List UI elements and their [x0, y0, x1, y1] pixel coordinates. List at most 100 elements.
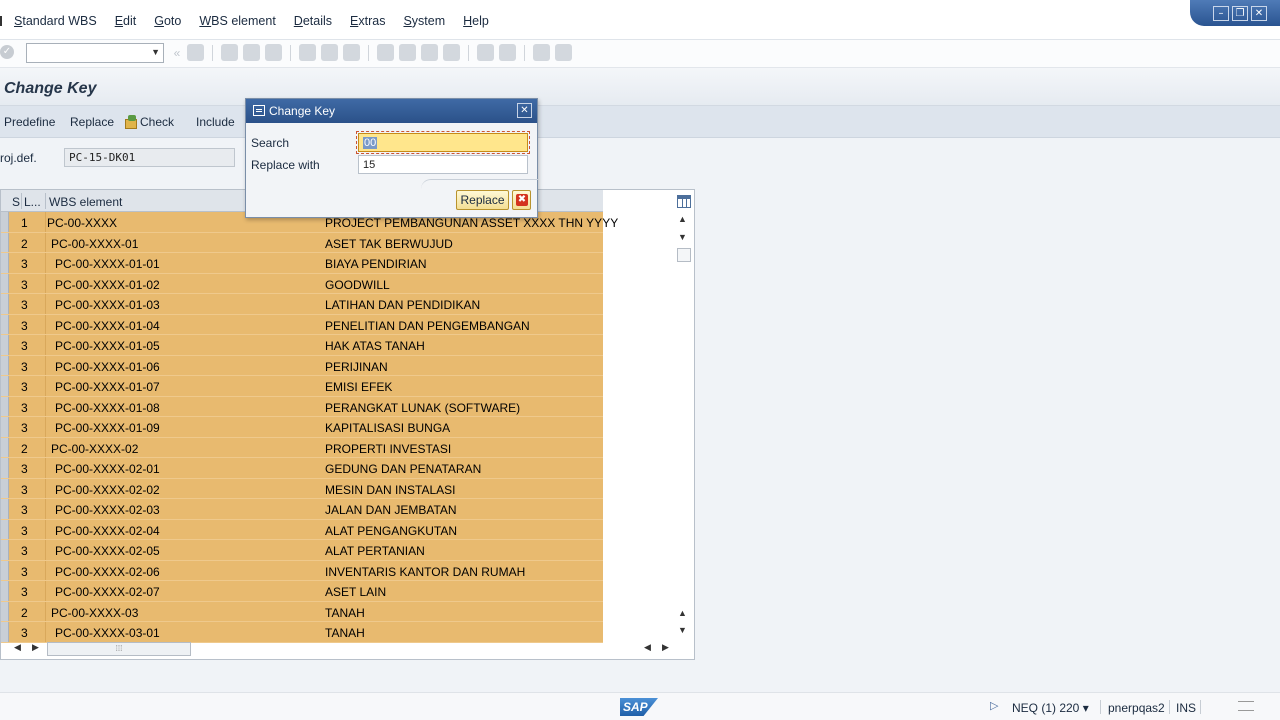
table-row[interactable]: 3 PC-00-XXXX-01-08 PERANGKAT LUNAK (SOFTWA…	[1, 396, 603, 417]
row-wbs-element[interactable]: PC-00-XXXX-01-06	[55, 360, 160, 374]
row-description[interactable]: GOODWILL	[325, 278, 390, 292]
row-description[interactable]: PROJECT PEMBANGUNAN ASSET XXXX THN YYYY	[325, 216, 618, 230]
row-description[interactable]: HAK ATAS TANAH	[325, 339, 425, 353]
previous-page-icon[interactable]	[399, 44, 416, 61]
row-selector[interactable]	[1, 519, 9, 539]
row-description[interactable]: MESIN DAN INSTALASI	[325, 483, 455, 497]
table-row[interactable]: 3 PC-00-XXXX-01-09 KAPITALISASI BUNGA	[1, 417, 603, 438]
row-wbs-element[interactable]: PC-00-XXXX-01-07	[55, 380, 160, 394]
save-icon[interactable]	[187, 44, 204, 61]
row-selector[interactable]	[1, 437, 9, 457]
row-wbs-element[interactable]: PC-00-XXXX-01-02	[55, 278, 160, 292]
check-button[interactable]: Check	[124, 115, 174, 129]
row-wbs-element[interactable]: PC-00-XXXX-01-04	[55, 319, 160, 333]
row-selector[interactable]	[1, 376, 9, 396]
row-selector[interactable]	[1, 581, 9, 601]
row-wbs-element[interactable]: PC-00-XXXX-01-09	[55, 421, 160, 435]
menu-item-help[interactable]: Help	[463, 14, 489, 28]
scroll-right-end-icon[interactable]: ▶	[662, 642, 669, 653]
row-description[interactable]: PROPERTI INVESTASI	[325, 442, 451, 456]
table-row[interactable]: 3 PC-00-XXXX-02-05 ALAT PERTANIAN	[1, 540, 603, 561]
table-row[interactable]: 3 PC-00-XXXX-01-04 PENELITIAN DAN PENGEMBA…	[1, 314, 603, 335]
column-header-wbs-element[interactable]: WBS element	[49, 195, 122, 209]
command-field[interactable]: ▼	[26, 43, 164, 63]
row-description[interactable]: BIAYA PENDIRIAN	[325, 257, 427, 271]
menu-item-goto[interactable]: Goto	[154, 14, 181, 28]
table-row[interactable]: 3 PC-00-XXXX-02-06 INVENTARIS KANTOR DAN R…	[1, 560, 603, 581]
table-row[interactable]: 3 PC-00-XXXX-01-03 LATIHAN DAN PENDIDIKAN	[1, 294, 603, 315]
new-session-icon[interactable]	[477, 44, 494, 61]
row-wbs-element[interactable]: PC-00-XXXX-01	[51, 237, 138, 251]
row-wbs-element[interactable]: PC-00-XXXX-02-06	[55, 565, 160, 579]
row-description[interactable]: TANAH	[325, 626, 365, 640]
row-selector[interactable]	[1, 335, 9, 355]
row-wbs-element[interactable]: PC-00-XXXX-02-04	[55, 524, 160, 538]
row-wbs-element[interactable]: PC-00-XXXX-02-07	[55, 585, 160, 599]
dialog-replace-button[interactable]: Replace	[456, 190, 509, 210]
scroll-up-bottom-icon[interactable]: ▲	[678, 608, 687, 618]
enter-icon[interactable]: ✓	[0, 45, 14, 59]
row-selector[interactable]	[1, 478, 9, 498]
replace-with-input[interactable]: 15	[358, 155, 528, 174]
system-info[interactable]: NEQ (1) 220 ▾	[1012, 701, 1089, 715]
scroll-down-bottom-icon[interactable]: ▼	[678, 625, 687, 635]
row-description[interactable]: GEDUNG DAN PENATARAN	[325, 462, 481, 476]
predefine-button[interactable]: Predefine	[4, 115, 55, 129]
row-wbs-element[interactable]: PC-00-XXXX-03	[51, 606, 138, 620]
row-wbs-element[interactable]: PC-00-XXXX-02-02	[55, 483, 160, 497]
menu-item-wbs-element[interactable]: WBS element	[199, 14, 275, 28]
back-icon[interactable]	[221, 44, 238, 61]
scroll-right-icon[interactable]: ▶	[32, 642, 39, 653]
table-row[interactable]: 3 PC-00-XXXX-02-04 ALAT PENGANGKUTAN	[1, 519, 603, 540]
row-description[interactable]: ASET LAIN	[325, 585, 386, 599]
row-description[interactable]: EMISI EFEK	[325, 380, 392, 394]
row-wbs-element[interactable]: PC-00-XXXX-02-01	[55, 462, 160, 476]
column-header-level[interactable]: L...	[24, 195, 41, 209]
row-selector[interactable]	[1, 560, 9, 580]
menu-item-edit[interactable]: Edit	[115, 14, 137, 28]
row-description[interactable]: INVENTARIS KANTOR DAN RUMAH	[325, 565, 525, 579]
row-wbs-element[interactable]: PC-00-XXXX-01-03	[55, 298, 160, 312]
table-row[interactable]: 2 PC-00-XXXX-02 PROPERTI INVESTASI	[1, 437, 603, 458]
table-row[interactable]: 3 PC-00-XXXX-01-05 HAK ATAS TANAH	[1, 335, 603, 356]
table-row[interactable]: 2 PC-00-XXXX-01 ASET TAK BERWUJUD	[1, 232, 603, 253]
row-description[interactable]: PERIJINAN	[325, 360, 388, 374]
row-selector[interactable]	[1, 396, 9, 416]
help-icon[interactable]	[533, 44, 550, 61]
find-icon[interactable]	[321, 44, 338, 61]
row-selector[interactable]	[1, 212, 9, 232]
last-page-icon[interactable]	[443, 44, 460, 61]
row-description[interactable]: ALAT PERTANIAN	[325, 544, 425, 558]
table-row[interactable]: 3 PC-00-XXXX-01-02 GOODWILL	[1, 273, 603, 294]
row-selector[interactable]	[1, 499, 9, 519]
back-arrow-icon[interactable]: «	[172, 46, 182, 60]
row-wbs-element[interactable]: PC-00-XXXX-01-08	[55, 401, 160, 415]
layout-menu-icon[interactable]	[555, 44, 572, 61]
scroll-down-icon[interactable]: ▼	[678, 232, 687, 242]
find-next-icon[interactable]	[343, 44, 360, 61]
row-wbs-element[interactable]: PC-00-XXXX	[47, 216, 117, 230]
row-description[interactable]: ASET TAK BERWUJUD	[325, 237, 453, 251]
row-selector[interactable]	[1, 314, 9, 334]
table-row[interactable]: 3 PC-00-XXXX-01-07 EMISI EFEK	[1, 376, 603, 397]
exit-icon[interactable]	[243, 44, 260, 61]
row-description[interactable]: PENELITIAN DAN PENGEMBANGAN	[325, 319, 530, 333]
table-row[interactable]: 3 PC-00-XXXX-03-01 TANAH	[1, 622, 603, 643]
shortcut-icon[interactable]	[499, 44, 516, 61]
row-description[interactable]: ALAT PENGANGKUTAN	[325, 524, 457, 538]
row-selector[interactable]	[1, 540, 9, 560]
row-wbs-element[interactable]: PC-00-XXXX-01-05	[55, 339, 160, 353]
vertical-scrollbar-thumb[interactable]	[677, 248, 691, 262]
table-row[interactable]: 3 PC-00-XXXX-02-02 MESIN DAN INSTALASI	[1, 478, 603, 499]
insert-mode[interactable]: INS	[1176, 701, 1196, 715]
row-wbs-element[interactable]: PC-00-XXXX-01-01	[55, 257, 160, 271]
row-selector[interactable]	[1, 232, 9, 252]
horizontal-scrollbar-thumb[interactable]: ⁞⁞⁞	[47, 642, 191, 656]
print-icon[interactable]	[299, 44, 316, 61]
column-settings-icon[interactable]	[677, 195, 691, 208]
row-selector[interactable]	[1, 294, 9, 314]
system-dropdown-icon[interactable]: ▾	[1083, 701, 1089, 715]
row-description[interactable]: LATIHAN DAN PENDIDIKAN	[325, 298, 480, 312]
scroll-left-end-icon[interactable]: ◀	[644, 642, 651, 653]
row-wbs-element[interactable]: PC-00-XXXX-03-01	[55, 626, 160, 640]
